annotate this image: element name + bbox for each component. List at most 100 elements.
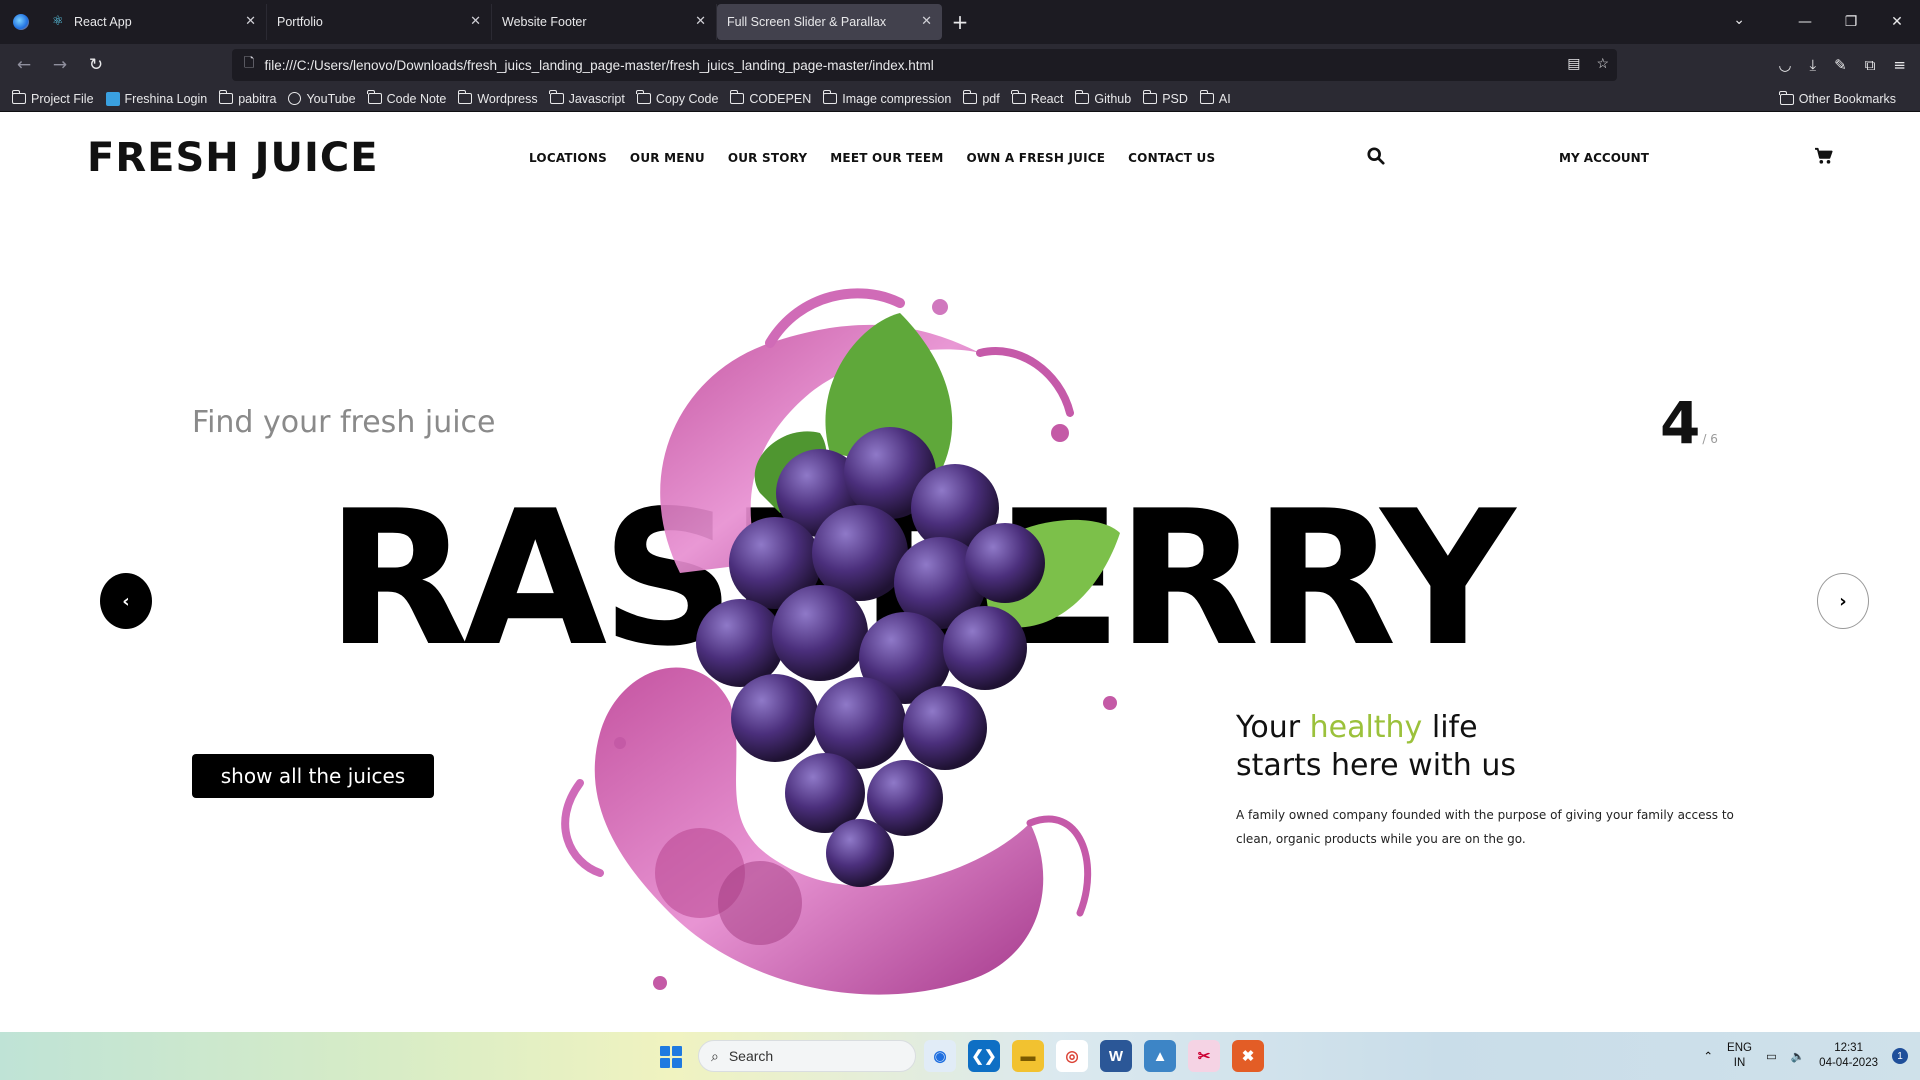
windows-start-icon[interactable] (660, 1046, 682, 1068)
bookmark-project-file[interactable]: Project File (11, 90, 94, 106)
bookmark-label: PSD (1162, 91, 1188, 106)
nav-contact-us[interactable]: CONTACT US (1128, 151, 1215, 165)
cart-icon[interactable] (1814, 147, 1834, 165)
other-bookmarks[interactable]: Other Bookmarks (1779, 90, 1896, 106)
my-account-link[interactable]: MY ACCOUNT (1559, 151, 1649, 165)
bookmark-copy-code[interactable]: Copy Code (636, 90, 718, 106)
system-tray: ⌃ ENG IN ▭ 🔈 12:31 04-04-2023 1 (1703, 1032, 1908, 1080)
new-tab-button[interactable]: + (942, 4, 978, 40)
taskbar-search[interactable]: ⌕ Search (698, 1040, 916, 1072)
vscode-taskbar-icon[interactable]: ❮❯ (968, 1040, 1000, 1072)
site-logo[interactable]: FRESH JUICE (87, 135, 379, 181)
forward-arrow-icon[interactable]: → (42, 49, 78, 81)
downloads-icon[interactable]: ⤓ (1809, 56, 1816, 74)
bookmark-freshina-login[interactable]: Freshina Login (105, 91, 208, 106)
wrench-icon[interactable]: ✎ (1834, 56, 1847, 74)
tab-website-footer[interactable]: Website Footer ✕ (492, 4, 717, 40)
hero-tagline: Find your fresh juice (192, 405, 496, 440)
extensions-icon[interactable]: ⧉ (1865, 56, 1876, 74)
reload-icon[interactable]: ↻ (78, 49, 114, 81)
close-window-button[interactable]: ✕ (1874, 14, 1920, 30)
chevron-up-icon[interactable]: ⌃ (1703, 1049, 1713, 1063)
bookmark-psd[interactable]: PSD (1142, 90, 1188, 106)
language-indicator[interactable]: ENG IN (1727, 1041, 1752, 1071)
show-all-juices-button[interactable]: show all the juices (192, 754, 434, 798)
bookmark-label: Image compression (842, 91, 952, 106)
notification-badge[interactable]: 1 (1892, 1048, 1908, 1064)
close-tab-icon[interactable]: ✕ (245, 14, 256, 29)
bookmark-star-icon[interactable]: ☆ (1596, 55, 1609, 72)
url-bar[interactable]: 🗋 file:///C:/Users/lenovo/Downloads/fres… (232, 49, 1617, 81)
restore-button[interactable]: ❐ (1828, 14, 1874, 30)
chrome-taskbar-icon[interactable]: ◎ (1056, 1040, 1088, 1072)
clock[interactable]: 12:31 04-04-2023 (1819, 1041, 1878, 1071)
photos-taskbar-icon[interactable]: ▲ (1144, 1040, 1176, 1072)
tab-label: Website Footer (502, 15, 587, 29)
back-arrow-icon[interactable]: ← (6, 49, 42, 81)
next-slide-button[interactable]: › (1817, 573, 1869, 629)
headline-green-word: healthy (1309, 710, 1423, 745)
close-tab-icon[interactable]: ✕ (921, 14, 932, 29)
volume-icon[interactable]: 🔈 (1791, 1049, 1805, 1063)
search-icon[interactable] (1367, 147, 1385, 165)
headline-part2: life (1422, 710, 1478, 745)
hamburger-menu-icon[interactable]: ≡ (1893, 56, 1906, 74)
bookmark-code-note[interactable]: Code Note (367, 90, 446, 106)
folder-icon (1199, 90, 1214, 104)
grape-juice-illustration (561, 288, 1120, 995)
close-tab-icon[interactable]: ✕ (695, 14, 706, 29)
tab-portfolio[interactable]: Portfolio ✕ (267, 4, 492, 40)
nav-meet-our-teem[interactable]: MEET OUR TEEM (830, 151, 943, 165)
nav-our-story[interactable]: OUR STORY (728, 151, 807, 165)
tab-label: Portfolio (277, 15, 323, 29)
nav-own-a-fresh-juice[interactable]: OWN A FRESH JUICE (966, 151, 1105, 165)
folder-icon (730, 90, 745, 104)
bookmark-youtube[interactable]: YouTube (288, 92, 356, 106)
folder-icon (1011, 90, 1026, 104)
nav-our-menu[interactable]: OUR MENU (630, 151, 705, 165)
bookmark-github[interactable]: Github (1074, 90, 1131, 106)
bookmark-label: Freshina Login (124, 91, 208, 106)
bookmark-pabitra[interactable]: pabitra (218, 90, 276, 106)
word-taskbar-icon[interactable]: W (1100, 1040, 1132, 1072)
bookmark-wordpress[interactable]: Wordpress (457, 90, 538, 106)
network-icon[interactable]: ▭ (1766, 1049, 1777, 1063)
bookmark-pdf[interactable]: pdf (962, 90, 1000, 106)
bookmark-label: Javascript (568, 91, 625, 106)
firefox-taskbar-icon[interactable]: ◉ (924, 1040, 956, 1072)
chevron-left-icon: ‹ (122, 590, 130, 612)
minimize-button[interactable]: — (1782, 14, 1828, 30)
firefox-icon[interactable] (0, 0, 42, 44)
folder-icon (457, 90, 473, 104)
language-code: ENG (1727, 1042, 1752, 1054)
xampp-taskbar-icon[interactable]: ✖ (1232, 1040, 1264, 1072)
search-icon: ⌕ (711, 1047, 719, 1064)
bookmark-label: CODEPEN (749, 91, 812, 106)
globe-icon (288, 92, 302, 105)
tab-full-screen-slider[interactable]: Full Screen Slider & Parallax ✕ (717, 4, 942, 40)
close-tab-icon[interactable]: ✕ (470, 14, 481, 29)
nav-locations[interactable]: LOCATIONS (529, 151, 607, 165)
bookmark-ai[interactable]: AI (1199, 90, 1231, 106)
bookmark-image-compression[interactable]: Image compression (822, 90, 952, 106)
bookmark-label: AI (1218, 91, 1231, 106)
chevron-right-icon: › (1839, 590, 1847, 612)
page-icon: 🗋 (244, 55, 255, 70)
tab-react-app[interactable]: ⚛ React App ✕ (42, 4, 267, 40)
bookmark-label: Wordpress (477, 91, 538, 106)
bookmark-react[interactable]: React (1011, 90, 1063, 106)
tab-label: Full Screen Slider & Parallax (727, 15, 887, 29)
browser-toolbar-right: ◡ ⤓ ✎ ⧉ ≡ (1778, 44, 1912, 86)
bookmark-codepen[interactable]: CODEPEN (730, 90, 812, 106)
slide-counter: 4/ 6 (1660, 389, 1718, 457)
folder-icon (367, 90, 382, 104)
browser-nav-bar: ← → ↻ 🗋 file:///C:/Users/lenovo/Download… (0, 44, 1920, 86)
reader-view-icon[interactable]: ▤ (1567, 55, 1580, 72)
bookmark-javascript[interactable]: Javascript (549, 90, 625, 106)
snipping-tool-icon[interactable]: ✂ (1188, 1040, 1220, 1072)
pocket-icon[interactable]: ◡ (1778, 56, 1791, 74)
prev-slide-button[interactable]: ‹ (100, 573, 152, 629)
chevron-down-icon[interactable]: ⌄ (1733, 12, 1745, 28)
file-explorer-icon[interactable]: ▬ (1012, 1040, 1044, 1072)
folder-icon (962, 90, 978, 104)
